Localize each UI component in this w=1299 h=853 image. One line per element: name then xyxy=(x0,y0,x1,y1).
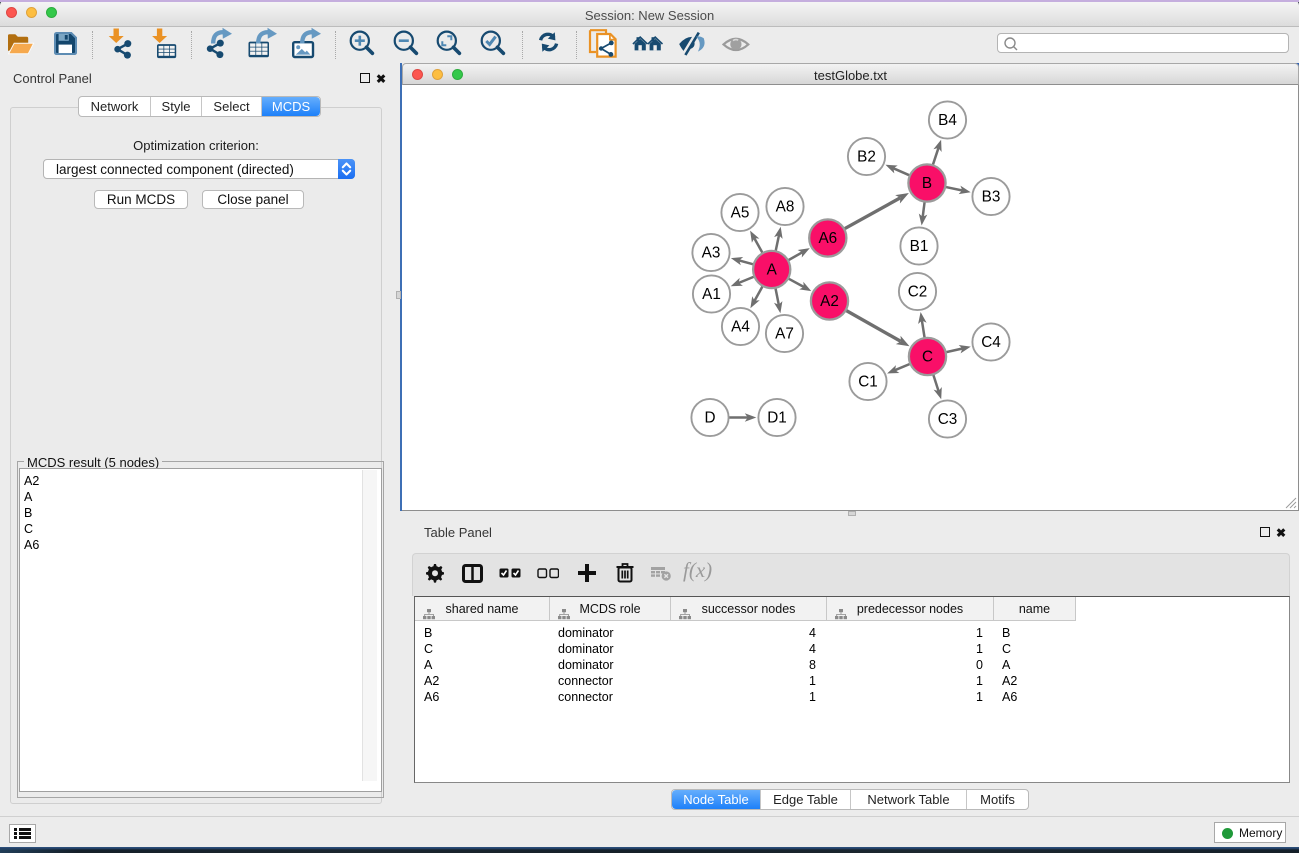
svg-text:D1: D1 xyxy=(767,410,787,427)
svg-text:A3: A3 xyxy=(702,245,721,262)
svg-text:A: A xyxy=(767,262,778,279)
svg-text:C1: C1 xyxy=(858,374,878,391)
svg-text:A7: A7 xyxy=(775,326,794,343)
svg-text:A4: A4 xyxy=(731,319,750,336)
svg-text:A1: A1 xyxy=(702,286,721,303)
svg-text:A6: A6 xyxy=(818,230,837,247)
svg-text:B1: B1 xyxy=(910,238,929,255)
svg-text:B: B xyxy=(922,175,932,192)
svg-text:A2: A2 xyxy=(820,293,839,310)
svg-text:D: D xyxy=(704,410,715,427)
svg-text:C4: C4 xyxy=(981,334,1001,351)
svg-text:B4: B4 xyxy=(938,112,957,129)
svg-text:A5: A5 xyxy=(731,205,750,222)
svg-text:C3: C3 xyxy=(938,411,958,428)
svg-text:B3: B3 xyxy=(982,189,1001,206)
svg-text:B2: B2 xyxy=(857,149,876,166)
svg-text:A8: A8 xyxy=(776,199,795,216)
svg-text:C: C xyxy=(922,349,933,366)
svg-text:C2: C2 xyxy=(908,284,928,301)
